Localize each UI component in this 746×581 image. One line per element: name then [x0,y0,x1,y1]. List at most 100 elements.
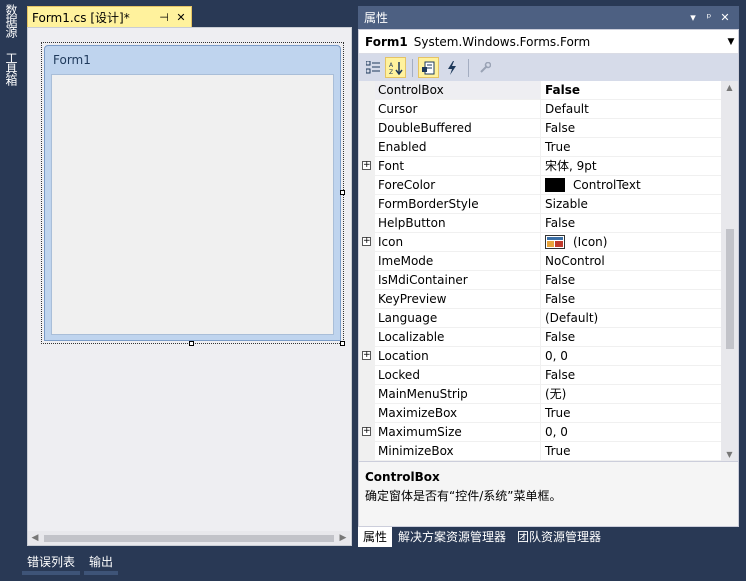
property-name: Cursor [375,100,541,119]
tab-output[interactable]: 输出 [84,553,119,575]
events-lightning-icon[interactable] [441,57,462,78]
property-name: ControlBox [375,81,541,100]
property-row-cursor[interactable]: Cursor Default [359,100,721,119]
property-name: IsMdiContainer [375,271,541,290]
property-value[interactable]: True [541,138,721,157]
property-value[interactable]: False [541,271,721,290]
property-grid-scrollbar[interactable]: ▲ ▼ [721,81,738,461]
resize-handle-right[interactable] [340,190,345,195]
property-name: Enabled [375,138,541,157]
property-value-text: ControlText [573,177,641,192]
property-value[interactable]: 宋体, 9pt [541,157,721,176]
property-row-localizable[interactable]: Localizable False [359,328,721,347]
property-value[interactable]: False [541,366,721,385]
property-row-icon[interactable]: + Icon (Icon) [359,233,721,252]
property-value[interactable]: False [541,328,721,347]
property-value[interactable]: False [541,290,721,309]
property-name: HelpButton [375,214,541,233]
property-name: Localizable [375,328,541,347]
datasource-tab[interactable]: 数据源 [2,4,20,37]
property-name: MainMenuStrip [375,385,541,404]
tab-error-list[interactable]: 错误列表 [22,553,81,575]
property-row-mainmenustrip[interactable]: MainMenuStrip (无) [359,385,721,404]
property-value[interactable]: (Icon) [541,233,721,252]
form-client-area[interactable] [51,74,334,335]
property-value[interactable]: NoControl [541,252,721,271]
resize-handle-bottom[interactable] [189,341,194,346]
document-tab-form1[interactable]: Form1.cs [设计]* ⊣ ✕ [27,6,192,27]
expand-plus-icon[interactable]: + [362,351,371,360]
property-name: ImeMode [375,252,541,271]
alphabetical-icon[interactable]: AZ [385,57,406,78]
property-row-forecolor[interactable]: ForeColor ControlText [359,176,721,195]
pin-icon[interactable]: ⊣ [157,11,171,24]
expand-plus-icon[interactable]: + [362,161,371,170]
scroll-thumb[interactable] [44,535,334,542]
scroll-thumb[interactable] [726,229,734,349]
window-position-icon[interactable]: ▾ [685,11,701,24]
property-pages-wrench-icon[interactable] [474,57,495,78]
scroll-down-icon[interactable]: ▼ [721,450,738,459]
scroll-right-icon[interactable]: ▶ [336,531,350,545]
property-name: KeyPreview [375,290,541,309]
description-title: ControlBox [365,470,440,484]
expand-plus-icon[interactable]: + [362,237,371,246]
property-name: ForeColor [375,176,541,195]
property-row-minimizebox[interactable]: MinimizeBox True [359,442,721,461]
property-row-enabled[interactable]: Enabled True [359,138,721,157]
property-row-formborderstyle[interactable]: FormBorderStyle Sizable [359,195,721,214]
properties-title: 属性 [364,11,389,25]
property-value[interactable]: 0, 0 [541,347,721,366]
form-icon-preview-icon [545,235,565,249]
properties-view-icon[interactable] [418,57,439,78]
scroll-up-icon[interactable]: ▲ [721,83,738,92]
tab-solution-explorer[interactable]: 解决方案资源管理器 [393,527,511,547]
property-name: MaximumSize [375,423,541,442]
property-value[interactable]: False [541,214,721,233]
property-value[interactable]: True [541,442,721,461]
tab-team-explorer[interactable]: 团队资源管理器 [512,527,606,547]
property-row-ismdicontainer[interactable]: IsMdiContainer False [359,271,721,290]
property-value[interactable]: ControlText [541,176,721,195]
tab-properties[interactable]: 属性 [358,527,393,547]
object-selector[interactable]: Form1 System.Windows.Forms.Form ▼ [359,30,738,54]
property-row-locked[interactable]: Locked False [359,366,721,385]
toolbox-tab[interactable]: 工具箱 [2,52,20,85]
property-value[interactable]: False [541,81,721,100]
property-value[interactable]: (Default) [541,309,721,328]
property-row-controlbox[interactable]: ControlBox False [359,81,721,100]
toolbar-separator [468,58,469,77]
resize-handle-corner[interactable] [340,341,345,346]
close-properties-icon[interactable]: ✕ [717,11,733,24]
property-row-imemode[interactable]: ImeMode NoControl [359,252,721,271]
properties-titlebar: 属性 ▾ ᵖ ✕ [358,6,739,29]
close-icon[interactable]: ✕ [174,11,188,24]
svg-text:A: A [389,62,394,69]
property-row-maximumsize[interactable]: + MaximumSize 0, 0 [359,423,721,442]
property-value[interactable]: Sizable [541,195,721,214]
property-value[interactable]: Default [541,100,721,119]
property-value[interactable]: (无) [541,385,721,404]
property-name: DoubleBuffered [375,119,541,138]
form1-window[interactable]: Form1 [44,45,341,341]
property-row-maximizebox[interactable]: MaximizeBox True [359,404,721,423]
property-row-location[interactable]: + Location 0, 0 [359,347,721,366]
property-name: Icon [375,233,541,252]
properties-bottom-tabs: 属性 解决方案资源管理器 团队资源管理器 [358,527,607,549]
document-tab-title: Form1.cs [设计]* [32,10,130,25]
property-value-text: (Icon) [573,234,608,249]
property-row-language[interactable]: Language (Default) [359,309,721,328]
property-row-helpbutton[interactable]: HelpButton False [359,214,721,233]
auto-hide-pin-icon[interactable]: ᵖ [701,11,717,24]
property-value[interactable]: True [541,404,721,423]
property-value[interactable]: False [541,119,721,138]
property-row-keypreview[interactable]: KeyPreview False [359,290,721,309]
property-value[interactable]: 0, 0 [541,423,721,442]
property-row-doublebuffered[interactable]: DoubleBuffered False [359,119,721,138]
property-name: Language [375,309,541,328]
scroll-left-icon[interactable]: ◀ [28,531,42,545]
property-row-font[interactable]: + Font 宋体, 9pt [359,157,721,176]
categorized-icon[interactable] [362,57,383,78]
expand-plus-icon[interactable]: + [362,427,371,436]
designer-horizontal-scrollbar[interactable]: ◀ ▶ [28,531,350,545]
